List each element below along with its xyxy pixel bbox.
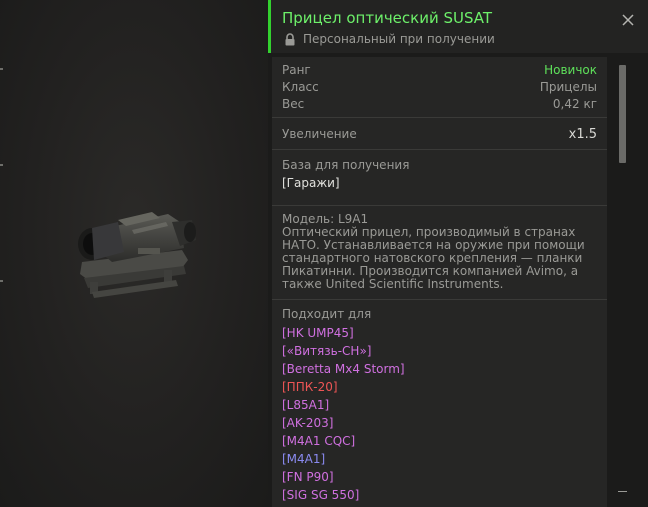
weapon-link-m4a1[interactable]: [M4A1] (282, 450, 597, 468)
description-text: Оптический прицел, производимый в страна… (282, 225, 585, 291)
edge-marker (0, 68, 3, 70)
item-preview-area (0, 0, 269, 507)
stat-row-weight: Вес 0,42 кг (282, 97, 597, 114)
base-link[interactable]: [Гаражи] (282, 176, 597, 190)
zoom-label: Увеличение (282, 127, 357, 141)
stat-row-zoom: Увеличение x1.5 (282, 127, 597, 144)
scrollbar-end-marker (618, 491, 627, 492)
description-section: Модель: L9A1 Оптический прицел, производ… (272, 206, 607, 300)
weapon-link-beretta-mx4[interactable]: [Beretta Mx4 Storm] (282, 360, 597, 378)
binding-status: Персональный при получении (303, 32, 495, 46)
lock-icon (285, 33, 295, 46)
weapon-link-hk-ump45[interactable]: [HK UMP45] (282, 324, 597, 342)
item-details: Ранг Новичок Класс Прицелы Вес 0,42 кг У… (272, 57, 607, 507)
weapon-link-ak-203[interactable]: [AK-203] (282, 414, 597, 432)
item-header: Прицел оптический SUSAT Персональный при… (268, 0, 648, 53)
compatible-weapons-section: Подходит для [HK UMP45] [«Витязь-СН»] [B… (272, 300, 607, 504)
zoom-section: Увеличение x1.5 (272, 118, 607, 150)
stat-value-weight: 0,42 кг (552, 97, 597, 111)
item-title: Прицел оптический SUSAT (282, 9, 493, 27)
weapon-link-fn-p90[interactable]: [FN P90] (282, 468, 597, 486)
stat-label: Класс (282, 80, 319, 94)
edge-marker (0, 164, 3, 166)
compatible-label: Подходит для (282, 307, 372, 321)
stat-label: Вес (282, 97, 305, 111)
scope-image (78, 212, 196, 298)
item-info-panel: Прицел оптический SUSAT Персональный при… (268, 0, 648, 507)
weapon-link-vityaz[interactable]: [«Витязь-СН»] (282, 342, 597, 360)
stat-label: Ранг (282, 63, 311, 77)
details-scrollbar[interactable] (612, 57, 628, 507)
stat-value-rank: Новичок (544, 63, 597, 77)
close-icon[interactable] (620, 12, 636, 28)
stat-value-class: Прицелы (539, 80, 597, 94)
base-label: База для получения (282, 158, 410, 172)
stat-row-rank: Ранг Новичок (282, 63, 597, 80)
stat-row-class: Класс Прицелы (282, 80, 597, 97)
weapon-list: [HK UMP45] [«Витязь-СН»] [Beretta Mx4 St… (282, 324, 597, 504)
weapon-link-sig-sg550[interactable]: [SIG SG 550] (282, 486, 597, 504)
weapon-link-l85a1[interactable]: [L85A1] (282, 396, 597, 414)
zoom-value: x1.5 (568, 127, 597, 142)
stats-section: Ранг Новичок Класс Прицелы Вес 0,42 кг (272, 57, 607, 118)
edge-marker (0, 280, 3, 282)
weapon-link-ppk-20[interactable]: [ППК-20] (282, 378, 597, 396)
scrollbar-thumb[interactable] (619, 65, 626, 163)
base-section: База для получения [Гаражи] (272, 150, 607, 206)
weapon-link-m4a1-cqc[interactable]: [M4A1 CQC] (282, 432, 597, 450)
